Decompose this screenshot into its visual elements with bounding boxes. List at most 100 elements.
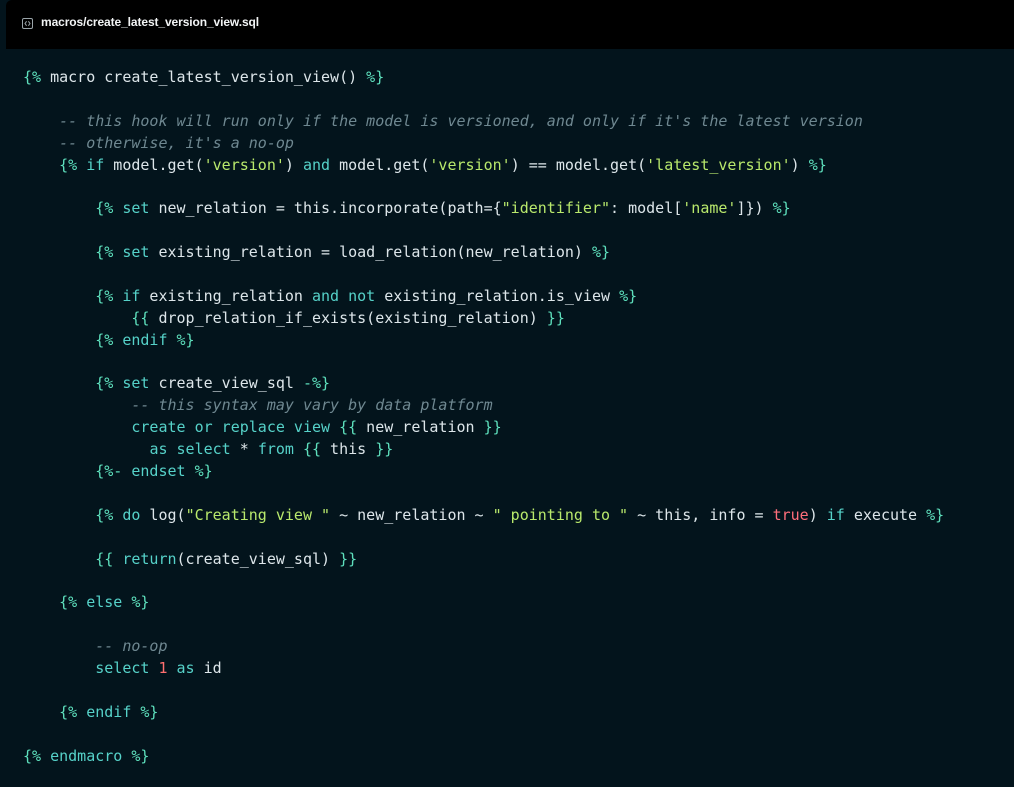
file-header: macros/create_latest_version_view.sql — [6, 0, 1014, 49]
code-line: {% set create_view_sql -%} — [23, 373, 944, 395]
code-token: 1 — [158, 659, 168, 678]
code-line: {% if existing_relation and not existing… — [23, 286, 944, 308]
code-token: %} — [131, 593, 150, 612]
code-line: select 1 as id — [23, 658, 944, 680]
code-token: }} — [339, 549, 358, 568]
code-token: ]}) — [736, 199, 773, 218]
code-token: ) == model.get( — [510, 155, 647, 174]
code-token: {% — [95, 374, 114, 393]
code-token: -- no-op — [95, 637, 168, 656]
code-token: select — [95, 659, 150, 678]
code-token: %} — [194, 462, 213, 481]
code-token: as — [176, 659, 195, 678]
code-line: {% endmacro %} — [23, 746, 944, 768]
code-line: {{ drop_relation_if_exists(existing_rela… — [23, 308, 944, 330]
code-line: -- otherwise, it's a no-op — [23, 133, 944, 155]
code-token: do — [113, 505, 141, 524]
code-line: -- no-op — [23, 636, 944, 658]
code-token: ) — [790, 155, 809, 174]
code-token: %} — [591, 243, 611, 262]
code-token: * — [230, 440, 258, 459]
code-token: %} — [619, 286, 638, 305]
code-line: {% if model.get('version') and model.get… — [23, 155, 944, 177]
code-token: }} — [483, 418, 502, 437]
code-token: execute — [844, 505, 927, 524]
code-token: existing_relation — [140, 286, 312, 305]
code-token: %} — [131, 746, 150, 765]
code-token: %} — [772, 199, 791, 218]
code-token: if — [77, 155, 105, 174]
code-line: as select * from {{ this }} — [23, 439, 944, 461]
code-token: endif — [77, 702, 132, 721]
code-token: {{ — [131, 308, 150, 327]
code-token: " pointing to " — [492, 505, 629, 524]
code-token: {% — [59, 702, 78, 721]
code-token: {% — [95, 243, 114, 262]
code-token: {% — [95, 505, 114, 524]
code-line: {% else %} — [23, 592, 944, 614]
code-content[interactable]: {% macro create_latest_version_view() %}… — [23, 67, 944, 768]
code-token: if — [826, 505, 845, 524]
code-token: %} — [366, 68, 385, 86]
code-token: -- this hook will run only if the model … — [59, 111, 863, 130]
code-line: {%- endset %} — [23, 461, 944, 483]
code-line: {% macro create_latest_version_view() %} — [23, 67, 944, 89]
code-token: log( — [140, 505, 186, 524]
code-line: {% endif %} — [23, 702, 944, 724]
code-token: -- otherwise, it's a no-op — [59, 133, 294, 152]
code-token: {% — [95, 330, 114, 349]
code-token: this — [321, 440, 376, 459]
code-token: {% — [59, 593, 78, 612]
code-token: 'name' — [682, 199, 737, 218]
code-token: "Creating view " — [185, 505, 331, 524]
code-token: {{ — [339, 418, 358, 437]
code-token: endif — [113, 330, 168, 349]
code-token: -%} — [302, 374, 331, 393]
code-token: existing_relation.is_view — [375, 286, 620, 305]
code-token: }} — [375, 440, 394, 459]
code-token: else — [77, 593, 123, 612]
code-token: ~ this, info = — [628, 505, 773, 524]
code-token: ) — [284, 155, 303, 174]
code-token: set — [113, 199, 150, 218]
code-token: endset — [122, 462, 186, 481]
code-token: %} — [140, 702, 159, 721]
code-token: true — [772, 505, 809, 524]
code-token: create_view_sql — [149, 374, 303, 393]
code-token: {% — [59, 155, 78, 174]
code-token: create or replace view — [131, 418, 331, 437]
code-token: 'version' — [203, 155, 285, 174]
code-token: %} — [176, 330, 195, 349]
file-name: macros/create_latest_version_view.sql — [41, 15, 259, 29]
code-token: existing_relation = load_relation(new_re… — [149, 243, 592, 262]
code-token: from — [257, 440, 294, 459]
code-token: "identifier" — [501, 199, 611, 218]
code-token: new_relation — [357, 418, 484, 437]
code-token: : model[ — [610, 199, 683, 218]
code-token: %} — [808, 155, 827, 174]
code-token: id — [194, 659, 222, 678]
